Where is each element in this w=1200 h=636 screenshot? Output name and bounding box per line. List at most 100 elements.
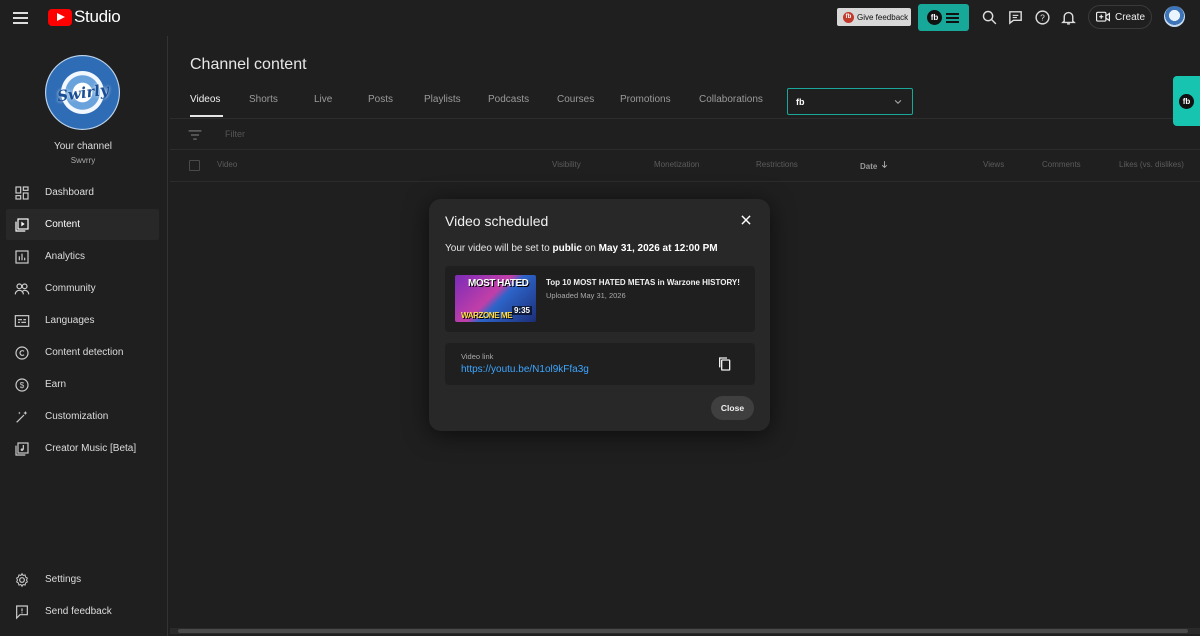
select-all-checkbox[interactable]: [189, 160, 200, 171]
notifications-icon[interactable]: [1060, 9, 1077, 26]
video-title: Top 10 MOST HATED METAS in Warzone HISTO…: [546, 278, 740, 287]
fb-extension-icon: fb: [796, 96, 805, 107]
column-visibility: Visibility: [552, 160, 581, 169]
channel-avatar-logo-text: Swirly: [55, 79, 110, 106]
help-icon[interactable]: ?: [1034, 9, 1051, 26]
filter-input[interactable]: Filter: [225, 129, 245, 139]
tab-collaborations[interactable]: Collaborations: [699, 94, 763, 105]
video-upload-date: Uploaded May 31, 2026: [546, 291, 626, 300]
sidebar-item-label: Analytics: [45, 251, 86, 262]
fb-badge-icon: fb: [843, 11, 854, 23]
video-duration: 9:35: [511, 306, 532, 315]
channel-avatar[interactable]: Swirly: [45, 55, 120, 130]
tab-videos[interactable]: Videos: [190, 94, 220, 105]
account-avatar[interactable]: [1164, 6, 1185, 27]
fb-side-tab[interactable]: fb: [1173, 76, 1200, 126]
copyright-icon: [15, 345, 29, 360]
page-title: Channel content: [190, 56, 307, 73]
search-icon[interactable]: [981, 9, 998, 26]
top-bar: Studio fb Give feedback fb ? Create: [0, 0, 1200, 36]
message-mid: on: [581, 243, 599, 254]
sidebar-item-customization[interactable]: Customization: [6, 401, 159, 432]
video-link-url[interactable]: https://youtu.be/N1ol9kFfa3g: [461, 364, 589, 375]
youtube-logo-icon: [48, 8, 72, 26]
tab-live[interactable]: Live: [314, 94, 332, 105]
analytics-icon: [15, 249, 29, 264]
column-restrictions: Restrictions: [756, 160, 798, 169]
sidebar-item-settings[interactable]: Settings: [6, 564, 159, 595]
dashboard-icon: [15, 185, 29, 200]
close-icon[interactable]: [739, 213, 753, 227]
sidebar-item-send-feedback[interactable]: Send feedback: [6, 596, 159, 627]
create-button[interactable]: Create: [1088, 5, 1152, 29]
comments-icon[interactable]: [1007, 9, 1024, 26]
tab-courses[interactable]: Courses: [557, 94, 594, 105]
tab-promotions[interactable]: Promotions: [620, 94, 671, 105]
column-comments: Comments: [1042, 160, 1081, 169]
sidebar-item-content-detection[interactable]: Content detection: [6, 337, 159, 368]
create-label: Create: [1115, 11, 1146, 23]
sidebar-item-label: Settings: [45, 574, 82, 585]
tab-playlists[interactable]: Playlists: [424, 94, 461, 105]
column-video: Video: [217, 160, 238, 169]
sidebar-item-label: Earn: [45, 379, 67, 390]
chevron-down-icon: [894, 99, 902, 104]
earn-icon: $: [15, 377, 29, 392]
horizontal-scrollbar[interactable]: [170, 628, 1200, 634]
filter-icon[interactable]: [188, 129, 202, 141]
tab-shorts[interactable]: Shorts: [249, 94, 278, 105]
sidebar-item-label: Community: [45, 283, 96, 294]
sidebar-item-dashboard[interactable]: Dashboard: [6, 177, 159, 208]
sidebar-item-label: Dashboard: [45, 187, 94, 198]
video-scheduled-dialog: Video scheduled Your video will be set t…: [429, 199, 770, 431]
sidebar-item-label: Content: [45, 219, 81, 230]
close-button[interactable]: Close: [711, 396, 754, 420]
channel-title: Your channel: [53, 141, 112, 152]
svg-text:?: ?: [1040, 13, 1045, 23]
extension-menu-button[interactable]: fb: [918, 4, 969, 31]
feedback-icon: [16, 604, 28, 619]
give-feedback-label: Give feedback: [857, 12, 909, 22]
message-prefix: Your video will be set to: [445, 243, 553, 254]
table-header: Video Visibility Monetization Restrictio…: [170, 150, 1200, 182]
video-link-card: Video link https://youtu.be/N1ol9kFfa3g: [445, 343, 755, 385]
tab-podcasts[interactable]: Podcasts: [488, 94, 529, 105]
sidebar: Swirly Your channel Swvrry Dashboard Con…: [0, 36, 168, 636]
dialog-message: Your video will be set to public on May …: [445, 243, 718, 254]
sidebar-item-label: Languages: [45, 315, 95, 326]
sidebar-item-earn[interactable]: $ Earn: [6, 369, 159, 400]
sidebar-item-languages[interactable]: Languages: [6, 305, 159, 336]
video-thumbnail[interactable]: MOST HATED WARZONE ME 9:35: [455, 275, 536, 322]
column-monetization: Monetization: [654, 160, 700, 169]
studio-logo[interactable]: Studio: [48, 7, 121, 27]
dialog-title: Video scheduled: [445, 213, 549, 229]
column-date-label: Date: [860, 162, 878, 171]
visibility-value: public: [552, 243, 582, 254]
thumbnail-text-bottom: WARZONE ME: [461, 311, 513, 320]
column-date[interactable]: Date: [860, 160, 889, 171]
svg-text:$: $: [20, 381, 25, 390]
studio-app: Studio fb Give feedback fb ? Create Swir…: [0, 0, 1200, 636]
list-icon: [946, 11, 959, 25]
sidebar-item-label: Creator Music [Beta]: [45, 443, 137, 454]
sidebar-item-creator-music[interactable]: Creator Music [Beta]: [6, 433, 159, 464]
channel-handle: Swvrry: [70, 156, 96, 165]
gear-icon: [16, 572, 28, 587]
fb-extension-select[interactable]: fb: [787, 88, 913, 115]
customization-icon: [16, 410, 28, 423]
create-video-icon: [1096, 11, 1110, 22]
copy-icon[interactable]: [717, 356, 733, 372]
video-card: MOST HATED WARZONE ME 9:35 Top 10 MOST H…: [445, 266, 755, 332]
sidebar-item-community[interactable]: Community: [6, 273, 159, 304]
scrollbar-thumb[interactable]: [178, 629, 1188, 633]
tab-posts[interactable]: Posts: [368, 94, 393, 105]
filter-bar: Filter: [170, 118, 1200, 150]
sort-arrow-down-icon: [881, 161, 887, 169]
give-feedback-button[interactable]: fb Give feedback: [837, 8, 911, 26]
menu-icon[interactable]: [13, 9, 31, 27]
sidebar-item-analytics[interactable]: Analytics: [6, 241, 159, 272]
sidebar-item-content[interactable]: Content: [6, 209, 159, 240]
column-views: Views: [983, 160, 1005, 169]
sidebar-item-label: Send feedback: [45, 606, 112, 617]
scheduled-time: May 31, 2026 at 12:00 PM: [598, 243, 718, 254]
